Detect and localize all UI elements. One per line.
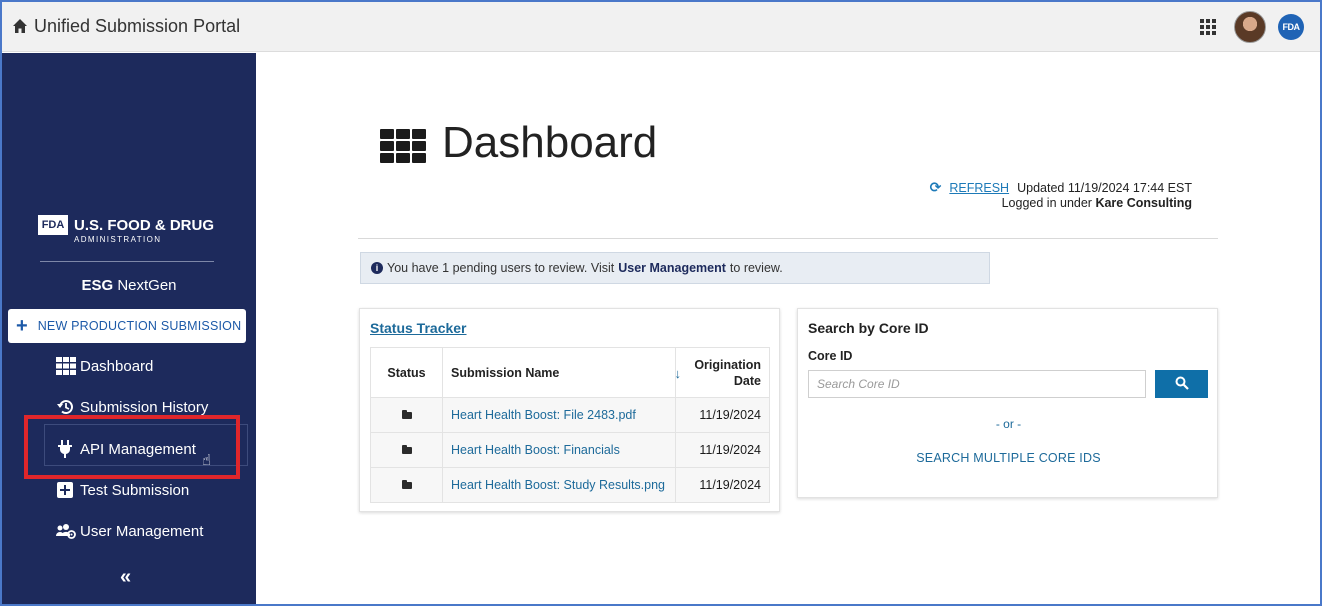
info-icon: i	[371, 262, 383, 274]
core-id-label: Core ID	[808, 349, 853, 363]
status-cell	[370, 432, 443, 468]
submission-name-link[interactable]: Heart Health Boost: Study Results.png	[442, 467, 676, 503]
fda-badge-icon[interactable]: FDA	[1278, 14, 1304, 40]
column-header-label-line1: Origination	[694, 357, 761, 372]
dashboard-title-icon	[380, 129, 426, 163]
core-id-search-input[interactable]	[808, 370, 1146, 398]
product-name: ESG NextGen	[2, 277, 256, 294]
users-cog-icon	[56, 524, 76, 539]
search-card-title: Search by Core ID	[808, 320, 929, 336]
user-avatar[interactable]	[1234, 11, 1266, 43]
search-multiple-core-ids-link[interactable]: SEARCH MULTIPLE CORE IDS	[798, 451, 1219, 465]
status-tracker-card: Status Tracker Status Submission Name ↓ …	[359, 308, 780, 512]
product-name-bold: ESG	[81, 277, 114, 294]
page-title: Dashboard	[442, 118, 658, 167]
status-tracker-table: Status Submission Name ↓ Origination Dat…	[370, 347, 770, 503]
refresh-icon[interactable]: ⟳	[930, 179, 942, 196]
sidebar-item-user-management[interactable]: User Management	[56, 519, 203, 543]
search-core-id-card: Search by Core ID Core ID - or - SEARCH …	[797, 308, 1218, 498]
origination-date: 11/19/2024	[675, 397, 770, 433]
column-header-status[interactable]: Status	[370, 347, 443, 398]
folder-icon	[401, 410, 412, 419]
submission-name-link[interactable]: Heart Health Boost: Financials	[442, 432, 676, 468]
logged-in-prefix: Logged in under	[1001, 196, 1092, 210]
pending-users-alert: i You have 1 pending users to review. Vi…	[360, 252, 990, 284]
highlight-annotation	[24, 415, 240, 479]
logged-in-org: Kare Consulting	[1095, 196, 1192, 210]
app-title: Unified Submission Portal	[34, 16, 241, 36]
column-header-origination-date[interactable]: Origination Date	[675, 347, 770, 398]
sidebar-item-label: Dashboard	[80, 357, 154, 375]
apps-grid-icon[interactable]	[1200, 19, 1216, 35]
search-icon	[1175, 376, 1189, 390]
alert-prefix: You have 1 pending users to review. Visi…	[387, 261, 615, 275]
sidebar-item-test-submission[interactable]: Test Submission	[56, 478, 189, 502]
status-cell	[370, 467, 443, 503]
origination-date: 11/19/2024	[675, 432, 770, 468]
updated-timestamp: Updated 11/19/2024 17:44 EST	[1017, 180, 1192, 195]
refresh-status: ⟳ REFRESH Updated 11/19/2024 17:44 EST	[930, 179, 1192, 196]
sidebar-item-label: Submission History	[80, 398, 209, 416]
sidebar-item-label: Test Submission	[80, 481, 190, 499]
table-row[interactable]: Heart Health Boost: Financials 11/19/202…	[370, 432, 770, 468]
folder-icon	[401, 480, 412, 489]
refresh-link[interactable]: REFRESH	[949, 181, 1009, 195]
app-frame: Unified Submission Portal FDA FDA U.S. F…	[0, 0, 1322, 606]
dashboard-grid-icon	[56, 357, 76, 375]
collapse-sidebar-button[interactable]: «	[120, 566, 131, 589]
or-separator: - or -	[995, 417, 1022, 431]
fda-logo-title: U.S. FOOD & DRUG	[74, 216, 215, 234]
new-production-submission-label: NEW PRODUCTION SUBMISSION	[37, 319, 242, 333]
fda-logo-subtitle: ADMINISTRATION	[74, 235, 162, 244]
fda-logo: FDA U.S. FOOD & DRUG ADMINISTRATION	[38, 215, 214, 244]
test-plus-square-icon	[57, 482, 73, 498]
product-name-rest: NextGen	[117, 277, 177, 294]
status-cell	[370, 397, 443, 433]
submission-name-link[interactable]: Heart Health Boost: File 2483.pdf	[442, 397, 676, 433]
folder-icon	[401, 445, 412, 454]
fda-logo-box: FDA	[38, 215, 68, 235]
new-production-submission-button[interactable]: + NEW PRODUCTION SUBMISSION	[8, 309, 246, 343]
header-divider	[358, 238, 1218, 239]
sidebar-item-dashboard[interactable]: Dashboard	[56, 354, 153, 378]
column-header-submission-name[interactable]: Submission Name ↓	[442, 347, 681, 398]
logged-in-info: Logged in under Kare Consulting	[1002, 196, 1192, 210]
top-bar: Unified Submission Portal FDA	[2, 2, 1320, 52]
table-row[interactable]: Heart Health Boost: File 2483.pdf 11/19/…	[370, 397, 770, 433]
column-header-label: Submission Name	[451, 365, 560, 380]
sort-down-arrow-icon[interactable]: ↓	[675, 366, 682, 381]
table-row[interactable]: Heart Health Boost: Study Results.png 11…	[370, 467, 770, 503]
status-tracker-link[interactable]: Status Tracker	[370, 320, 467, 336]
search-button[interactable]	[1155, 370, 1208, 398]
plus-icon: +	[16, 315, 28, 337]
home-icon[interactable]	[12, 18, 28, 34]
sidebar-item-label: User Management	[80, 522, 204, 540]
sidebar: FDA U.S. FOOD & DRUG ADMINISTRATION ESG …	[2, 53, 256, 604]
alert-suffix: to review.	[729, 261, 783, 275]
sidebar-divider	[40, 261, 214, 262]
column-header-label-line2: Date	[733, 373, 761, 388]
alert-user-management-link[interactable]: User Management	[618, 261, 726, 275]
origination-date: 11/19/2024	[675, 467, 770, 503]
history-icon	[57, 400, 73, 415]
hand-cursor-icon: ☝	[202, 452, 212, 469]
table-header-row: Status Submission Name ↓ Origination Dat…	[370, 347, 770, 398]
